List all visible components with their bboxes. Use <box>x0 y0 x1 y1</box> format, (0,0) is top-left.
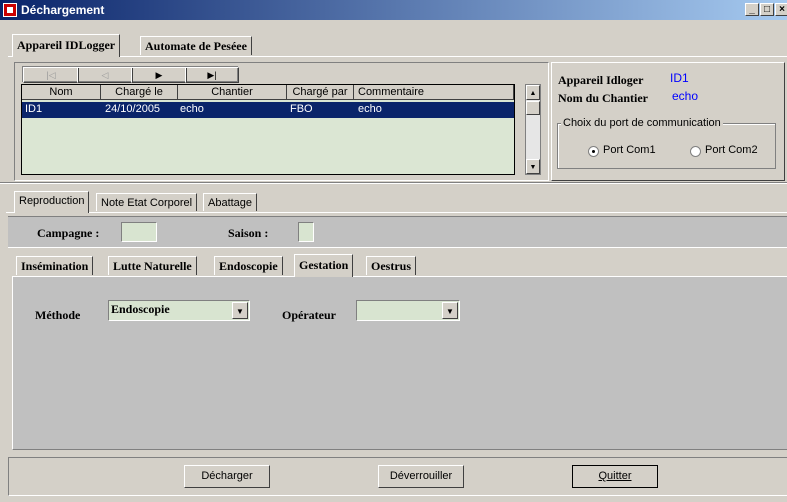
column-header[interactable]: Commentaire <box>354 85 514 100</box>
cell-commentaire: echo <box>358 103 382 115</box>
tab-oestrus[interactable]: Oestrus <box>366 256 416 275</box>
column-header[interactable]: Nom <box>22 85 101 100</box>
scroll-thumb[interactable] <box>526 101 540 115</box>
cell-charge-le: 24/10/2005 <box>105 103 161 115</box>
minimize-button[interactable]: _ <box>745 3 759 16</box>
prev-record-button[interactable]: ◁ <box>77 67 133 83</box>
methode-value: Endoscopie <box>111 302 170 316</box>
tab-insemination[interactable]: Insémination <box>16 256 94 275</box>
cell-charge-par: FBO <box>290 103 313 115</box>
tab-abattage[interactable]: Abattage <box>203 193 258 211</box>
port-com1-radio[interactable] <box>588 146 599 157</box>
app-icon <box>3 3 17 17</box>
appareil-label: Appareil Idloger <box>558 73 644 87</box>
tab-appareil-idlogger[interactable]: Appareil IDLogger <box>12 34 121 57</box>
methode-dropdown[interactable]: Endoscopie ▼ <box>108 300 250 321</box>
cell-chantier: echo <box>180 103 204 115</box>
grid-scrollbar[interactable]: ▲ ▼ <box>525 84 541 175</box>
close-button[interactable]: × <box>775 3 787 16</box>
window-title: Déchargement <box>21 3 105 17</box>
port-com1-label[interactable]: Port Com1 <box>603 144 656 156</box>
campagne-input[interactable] <box>121 222 157 242</box>
saison-input[interactable] <box>298 222 314 242</box>
tab-automate-pesee[interactable]: Automate de Peséee <box>140 36 252 55</box>
first-record-button[interactable]: |◁ <box>23 67 79 83</box>
tab-baseline <box>6 212 787 213</box>
operateur-dropdown[interactable]: ▼ <box>356 300 460 321</box>
column-header[interactable]: Chargé le <box>101 85 178 100</box>
next-record-button[interactable]: ▶ <box>131 67 187 83</box>
tab-baseline <box>8 56 787 57</box>
scroll-up-icon[interactable]: ▲ <box>526 85 540 100</box>
grid-header: Nom Chargé le Chantier Chargé par Commen… <box>22 85 514 101</box>
port-group-label: Choix du port de communication <box>561 117 723 129</box>
chevron-down-icon[interactable]: ▼ <box>232 302 248 319</box>
tab-lutte-naturelle[interactable]: Lutte Naturelle <box>108 256 197 275</box>
quitter-button[interactable]: Quitter <box>572 465 658 488</box>
record-navigator: |◁ ◁ ▶ ▶| <box>22 66 239 83</box>
last-record-button[interactable]: ▶| <box>185 67 239 83</box>
port-com2-label[interactable]: Port Com2 <box>705 144 758 156</box>
tab-endoscopie[interactable]: Endoscopie <box>214 256 283 275</box>
chevron-down-icon[interactable]: ▼ <box>442 302 458 319</box>
decharger-button[interactable]: Décharger <box>184 465 270 488</box>
column-header[interactable]: Chargé par <box>287 85 354 100</box>
deverrouiller-button[interactable]: Déverrouiller <box>378 465 464 488</box>
tab-reproduction[interactable]: Reproduction <box>14 191 90 213</box>
port-com2-radio[interactable] <box>690 146 701 157</box>
records-grid[interactable]: Nom Chargé le Chantier Chargé par Commen… <box>21 84 515 175</box>
scroll-down-icon[interactable]: ▼ <box>526 159 540 174</box>
table-row[interactable]: ID1 24/10/2005 echo FBO echo <box>22 102 514 118</box>
operateur-label: Opérateur <box>282 308 336 322</box>
chantier-label: Nom du Chantier <box>558 91 649 105</box>
methode-label: Méthode <box>35 308 81 322</box>
separator <box>0 183 787 184</box>
cell-nom: ID1 <box>25 103 43 115</box>
tab-gestation[interactable]: Gestation <box>294 254 354 277</box>
window-titlebar: Déchargement _ □ × <box>0 0 787 20</box>
campagne-label: Campagne : <box>37 226 100 240</box>
tab-note-etat-corporel[interactable]: Note Etat Corporel <box>96 193 198 211</box>
saison-label: Saison : <box>228 226 269 240</box>
appareil-value: ID1 <box>670 71 689 85</box>
maximize-button[interactable]: □ <box>760 3 774 16</box>
chantier-value: echo <box>672 89 699 103</box>
column-header[interactable]: Chantier <box>178 85 287 100</box>
